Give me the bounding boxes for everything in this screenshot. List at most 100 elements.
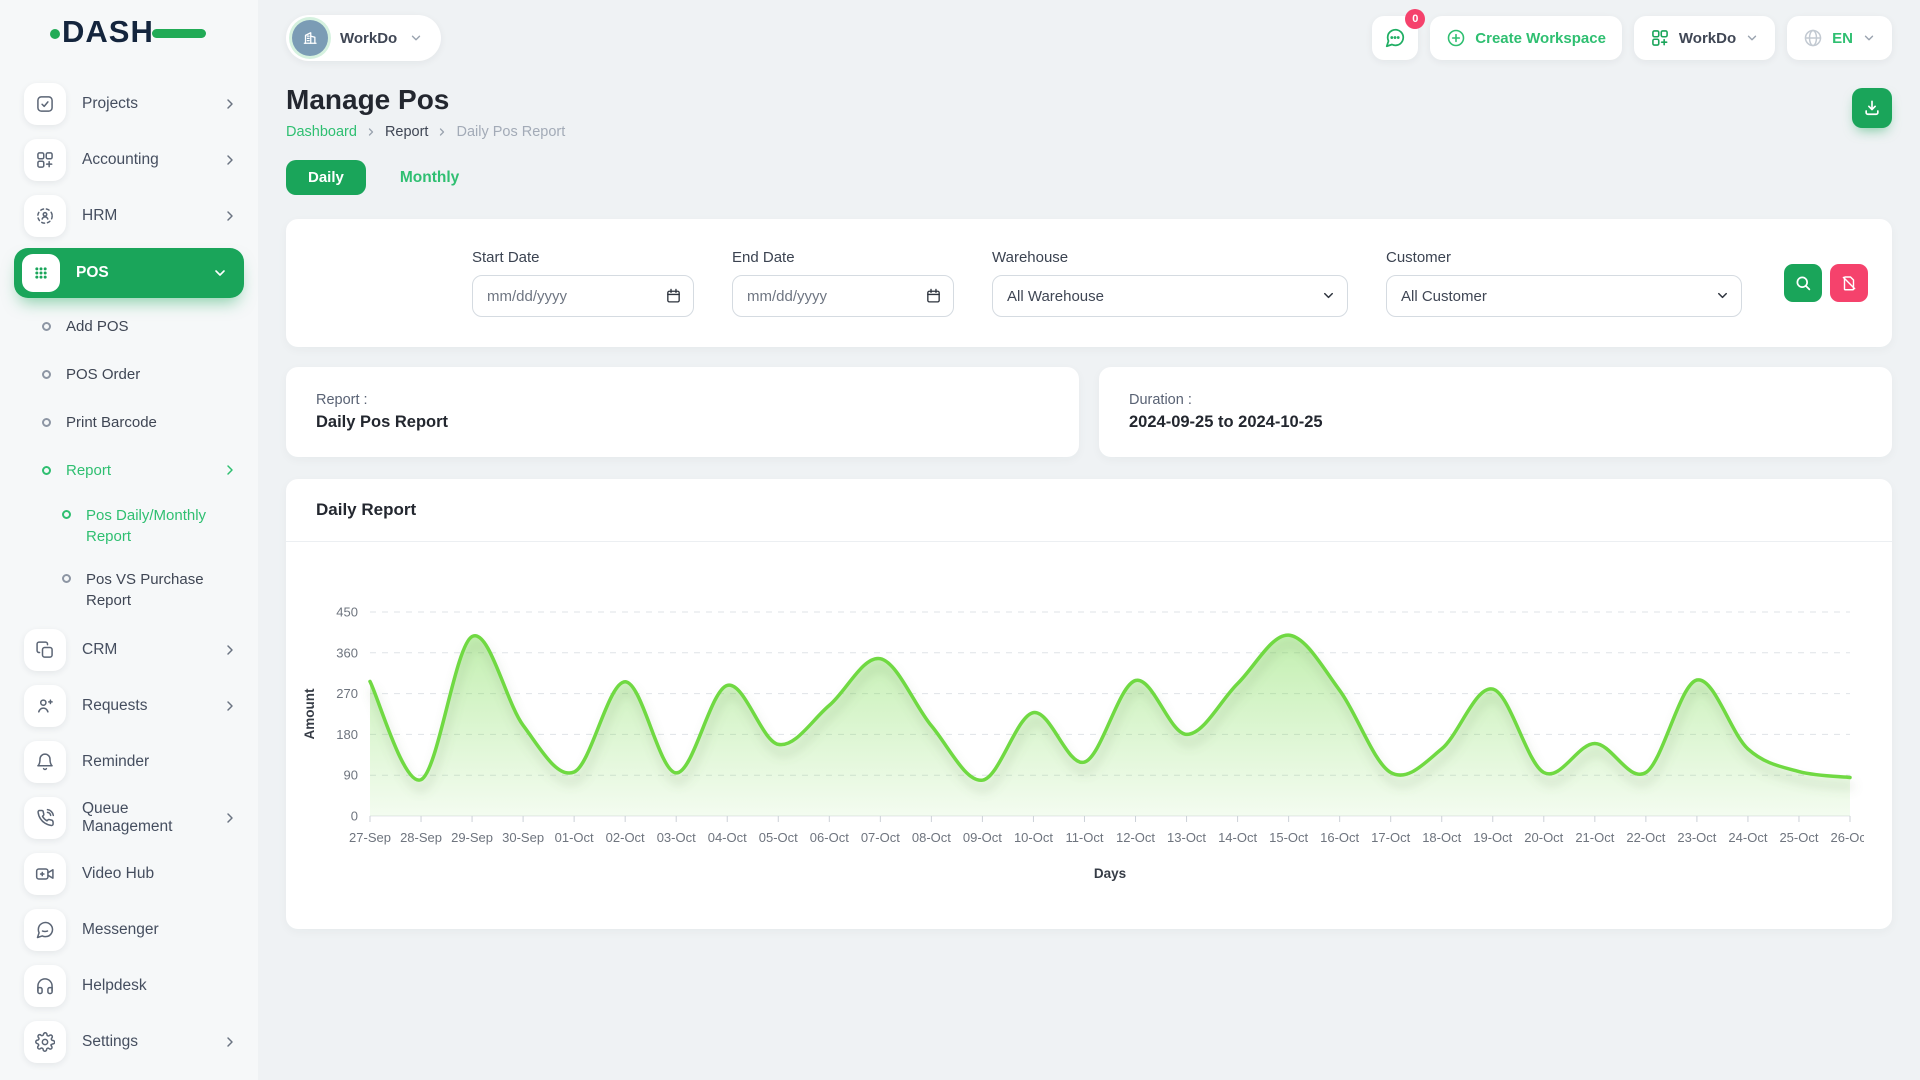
hrm-user-focus-icon [24,195,66,237]
sidebar-item-pos-order[interactable]: POS Order [0,350,258,398]
sidebar-item-reminder[interactable]: Reminder [0,734,258,790]
svg-text:29-Sep: 29-Sep [451,830,493,845]
svg-text:90: 90 [344,768,358,783]
sidebar-item-print-barcode[interactable]: Print Barcode [0,398,258,446]
svg-text:30-Sep: 30-Sep [502,830,544,845]
report-label: Report : [316,392,1049,408]
svg-text:08-Oct: 08-Oct [912,830,951,845]
svg-text:02-Oct: 02-Oct [606,830,645,845]
apply-filter-button[interactable] [1784,264,1822,302]
svg-text:24-Oct: 24-Oct [1728,830,1767,845]
sub-item-label: Report [66,462,111,479]
helpdesk-headphones-icon [24,965,66,1007]
svg-text:09-Oct: 09-Oct [963,830,1002,845]
svg-text:26-Oct: 26-Oct [1830,830,1864,845]
daily-report-area-chart[interactable]: 09018027036045027-Sep28-Sep29-Sep30-Sep0… [294,576,1864,912]
svg-text:22-Oct: 22-Oct [1626,830,1665,845]
messages-badge: 0 [1405,9,1425,29]
sidebar-item-pos-daily-monthly-report[interactable]: Pos Daily/Monthly Report [0,494,258,558]
download-report-button[interactable] [1852,88,1892,128]
svg-text:450: 450 [336,605,358,620]
workspace-avatar-building-icon [292,20,328,56]
messages-button[interactable]: 0 [1372,16,1418,60]
app-root: DASH Projects Accounting [0,0,1920,1080]
sub-item-label: Pos VS Purchase Report [86,569,218,611]
chevron-right-icon [222,698,238,714]
grid-plus-icon [1650,28,1670,48]
sidebar-item-video-hub[interactable]: Video Hub [0,846,258,902]
svg-text:360: 360 [336,645,358,660]
create-workspace-button[interactable]: Create Workspace [1430,16,1622,60]
end-date-input[interactable] [732,275,954,317]
svg-text:07-Oct: 07-Oct [861,830,900,845]
logo-text: DASH [62,14,154,50]
search-icon [1794,274,1812,292]
sidebar-item-accounting[interactable]: Accounting [0,132,258,188]
sidebar-item-label: Queue Management [82,800,206,836]
sidebar-item-queue-management[interactable]: Queue Management [0,790,258,846]
chevron-right-icon [222,462,238,478]
chevron-down-icon [212,265,228,281]
sidebar-item-hrm[interactable]: HRM [0,188,258,244]
logo-dash-shape [152,29,206,38]
sidebar-item-messenger[interactable]: Messenger [0,902,258,958]
sidebar-nav: Projects Accounting HRM [0,64,258,1070]
start-date-label: Start Date [472,249,694,266]
page-title: Manage Pos [286,84,565,116]
app-menu-button[interactable]: WorkDo [1634,16,1775,60]
chevron-right-icon [365,126,377,138]
sidebar-item-label: Requests [82,697,147,715]
bullet-icon [42,370,51,379]
svg-text:06-Oct: 06-Oct [810,830,849,845]
svg-text:Days: Days [1094,866,1126,881]
reminder-bell-icon [24,741,66,783]
chart-card-header: Daily Report [286,479,1892,542]
breadcrumb-report-link[interactable]: Report [385,124,429,140]
workspace-selector[interactable]: WorkDo [286,15,441,61]
warehouse-select[interactable]: All Warehouse [992,275,1348,317]
summary-row: Report : Daily Pos Report Duration : 202… [286,367,1892,457]
sidebar-item-helpdesk[interactable]: Helpdesk [0,958,258,1014]
svg-text:25-Oct: 25-Oct [1779,830,1818,845]
warehouse-field: Warehouse All Warehouse [992,249,1348,317]
svg-text:18-Oct: 18-Oct [1422,830,1461,845]
sidebar-item-requests[interactable]: Requests [0,678,258,734]
sidebar-item-label: Accounting [82,151,159,169]
sidebar-item-pos-vs-purchase-report[interactable]: Pos VS Purchase Report [0,558,258,622]
workspace-name: WorkDo [340,30,397,47]
topbar-actions: 0 Create Workspace WorkDo EN [1372,16,1892,60]
tab-daily[interactable]: Daily [286,160,366,195]
svg-text:15-Oct: 15-Oct [1269,830,1308,845]
clear-filter-icon [1840,274,1858,292]
sidebar-item-crm[interactable]: CRM [0,622,258,678]
customer-select[interactable]: All Customer [1386,275,1742,317]
tab-monthly[interactable]: Monthly [400,169,459,187]
end-date-field: End Date [732,249,954,317]
settings-gear-icon [24,1021,66,1063]
globe-icon [1803,28,1823,48]
brand-logo[interactable]: DASH [0,0,258,64]
sidebar-item-pos[interactable]: POS [14,248,244,298]
sidebar-item-label: Settings [82,1033,138,1051]
chevron-right-icon [222,642,238,658]
sidebar-item-settings[interactable]: Settings [0,1014,258,1070]
language-selector[interactable]: EN [1787,16,1892,60]
chevron-right-icon [436,126,448,138]
sidebar-item-add-pos[interactable]: Add POS [0,302,258,350]
report-summary-card: Report : Daily Pos Report [286,367,1079,457]
chevron-right-icon [222,208,238,224]
sub-item-label: Pos Daily/Monthly Report [86,505,218,547]
svg-text:12-Oct: 12-Oct [1116,830,1155,845]
breadcrumb-dashboard-link[interactable]: Dashboard [286,124,357,140]
bullet-icon [42,322,51,331]
sidebar-item-projects[interactable]: Projects [0,76,258,132]
start-date-input[interactable] [472,275,694,317]
sidebar-item-report[interactable]: Report [0,446,258,494]
chevron-down-icon [409,31,423,45]
duration-value: 2024-09-25 to 2024-10-25 [1129,413,1862,432]
download-icon [1862,98,1882,118]
svg-text:16-Oct: 16-Oct [1320,830,1359,845]
report-value: Daily Pos Report [316,413,1049,432]
page-header: Manage Pos Dashboard Report Daily Pos Re… [286,84,1892,140]
reset-filter-button[interactable] [1830,264,1868,302]
